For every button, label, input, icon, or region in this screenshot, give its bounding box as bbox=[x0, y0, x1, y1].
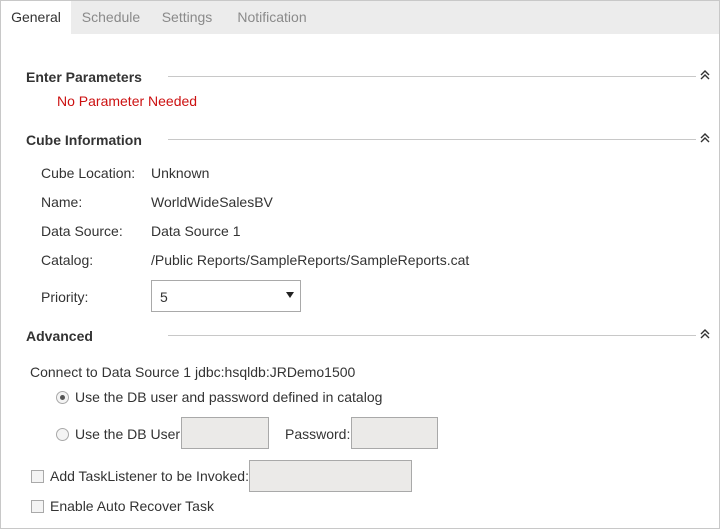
collapse-enter-parameters-icon[interactable] bbox=[698, 69, 712, 83]
dialog-panel: General Schedule Settings Notification E… bbox=[0, 0, 720, 529]
tab-schedule[interactable]: Schedule bbox=[73, 1, 149, 34]
radio-use-db-user[interactable] bbox=[56, 428, 69, 441]
priority-select[interactable]: 5 bbox=[151, 280, 301, 312]
name-value: WorldWideSalesBV bbox=[151, 194, 273, 210]
tab-bar: General Schedule Settings Notification bbox=[1, 1, 719, 34]
section-title-advanced: Advanced bbox=[26, 328, 93, 344]
cube-location-value: Unknown bbox=[151, 165, 210, 181]
name-label: Name: bbox=[41, 194, 83, 210]
radio-use-db-user-label[interactable]: Use the DB User: bbox=[75, 426, 184, 442]
priority-label: Priority: bbox=[41, 289, 89, 305]
section-divider bbox=[168, 76, 696, 77]
section-title-enter-parameters: Enter Parameters bbox=[26, 69, 142, 85]
tab-notification[interactable]: Notification bbox=[225, 1, 319, 34]
task-listener-field[interactable] bbox=[249, 460, 412, 492]
section-title-cube-information: Cube Information bbox=[26, 132, 142, 148]
data-source-value: Data Source 1 bbox=[151, 223, 241, 239]
task-listener-checkbox[interactable] bbox=[31, 470, 44, 483]
section-divider bbox=[168, 335, 696, 336]
data-source-label: Data Source: bbox=[41, 223, 123, 239]
tab-settings[interactable]: Settings bbox=[151, 1, 223, 34]
priority-selected-value: 5 bbox=[160, 289, 168, 305]
catalog-label: Catalog: bbox=[41, 252, 94, 268]
collapse-advanced-icon[interactable] bbox=[698, 328, 712, 342]
radio-use-catalog-credentials[interactable] bbox=[56, 391, 69, 404]
section-divider bbox=[168, 139, 696, 140]
tab-general[interactable]: General bbox=[1, 1, 71, 34]
password-field[interactable] bbox=[351, 417, 438, 449]
triangle-down-icon bbox=[286, 292, 294, 298]
connect-info-text: Connect to Data Source 1 jdbc:hsqldb:JRD… bbox=[30, 364, 356, 380]
task-listener-label[interactable]: Add TaskListener to be Invoked: bbox=[50, 468, 249, 484]
db-user-field[interactable] bbox=[181, 417, 269, 449]
cube-location-label: Cube Location: bbox=[41, 165, 136, 181]
catalog-value: /Public Reports/SampleReports/SampleRepo… bbox=[151, 252, 470, 268]
collapse-cube-information-icon[interactable] bbox=[698, 132, 712, 146]
auto-recover-checkbox[interactable] bbox=[31, 500, 44, 513]
auto-recover-label[interactable]: Enable Auto Recover Task bbox=[50, 498, 214, 514]
password-label: Password: bbox=[285, 426, 351, 442]
no-parameter-message: No Parameter Needed bbox=[57, 93, 198, 109]
radio-use-catalog-credentials-label[interactable]: Use the DB user and password defined in … bbox=[75, 389, 382, 405]
